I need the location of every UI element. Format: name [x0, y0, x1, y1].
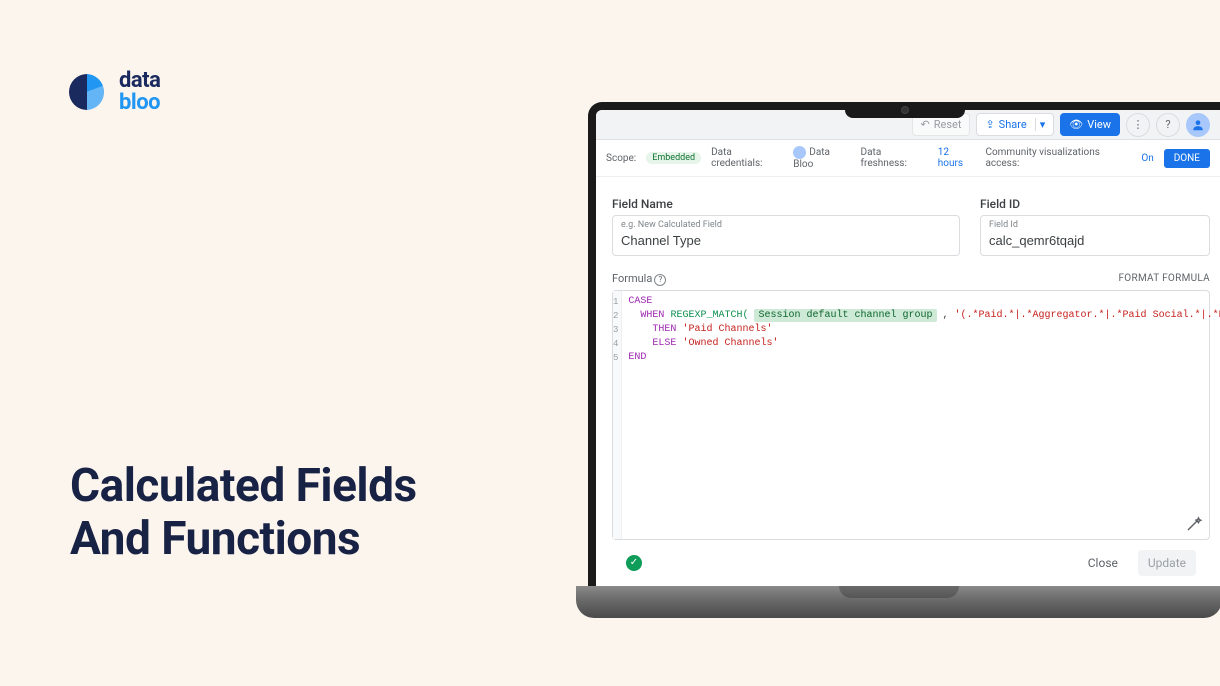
metadata-bar: Scope: Embedded Data credentials: Data B… [596, 140, 1220, 177]
field-name-input[interactable] [621, 233, 951, 248]
formula-label: Formula? [612, 272, 666, 286]
laptop-base [576, 586, 1220, 618]
brand-text-2: bloo [119, 92, 160, 114]
freshness-label: Data freshness: [861, 147, 928, 169]
share-label: Share [999, 118, 1027, 131]
field-id-label: Field ID [980, 197, 1210, 211]
formula-code[interactable]: CASE WHEN REGEXP_MATCH( Session default … [622, 291, 1220, 539]
viz-value[interactable]: On [1141, 153, 1153, 164]
avatar-icon [793, 146, 806, 159]
editor-footer: ✓ Close Update [612, 540, 1210, 586]
share-button[interactable]: ⇪ Share ▾ [976, 113, 1054, 136]
format-formula-button[interactable]: FORMAT FORMULA [1118, 273, 1210, 284]
laptop-notch [845, 102, 965, 118]
share-icon: ⇪ [985, 118, 994, 131]
brand-logo: data bloo [65, 70, 160, 114]
valid-check-icon: ✓ [626, 555, 642, 571]
freshness-value[interactable]: 12 hours [938, 147, 976, 169]
more-vert-icon: ⋮ [1133, 118, 1144, 131]
done-button[interactable]: DONE [1164, 149, 1210, 168]
field-name-placeholder: e.g. New Calculated Field [621, 220, 951, 230]
help-icon[interactable]: ? [654, 274, 666, 286]
field-id-input-wrap[interactable]: Field Id [980, 215, 1210, 256]
eye-icon: 👁 [1069, 118, 1083, 131]
field-id-placeholder: Field Id [989, 220, 1201, 230]
reset-label: Reset [934, 118, 962, 131]
field-name-label: Field Name [612, 197, 960, 211]
viz-label: Community visualizations access: [985, 147, 1131, 169]
help-button[interactable]: ? [1156, 113, 1180, 137]
field-id-input[interactable] [989, 233, 1201, 248]
update-button[interactable]: Update [1138, 550, 1196, 576]
help-icon: ? [1165, 118, 1170, 131]
view-label: View [1087, 118, 1111, 131]
chevron-down-icon[interactable]: ▾ [1035, 118, 1046, 131]
brand-mark-icon [65, 70, 109, 114]
line-gutter: 12345 [613, 291, 622, 539]
formula-editor[interactable]: 12345 CASE WHEN REGEXP_MATCH( Session de… [612, 290, 1210, 540]
wand-icon[interactable] [1185, 515, 1203, 533]
field-name-input-wrap[interactable]: e.g. New Calculated Field [612, 215, 960, 256]
scope-badge[interactable]: Embedded [646, 152, 701, 164]
user-avatar[interactable] [1186, 113, 1210, 137]
laptop-mockup: ↶ Reset ⇪ Share ▾ 👁 View ⋮ ? Scope: Embe… [576, 90, 1220, 686]
scope-label: Scope: [606, 153, 636, 164]
creds-label: Data credentials: [711, 147, 783, 169]
view-button[interactable]: 👁 View [1060, 113, 1120, 136]
more-menu-button[interactable]: ⋮ [1126, 113, 1150, 137]
brand-text-1: data [119, 70, 160, 92]
app-screen: ↶ Reset ⇪ Share ▾ 👁 View ⋮ ? Scope: Embe… [596, 110, 1220, 588]
close-button[interactable]: Close [1078, 550, 1128, 576]
undo-icon: ↶ [921, 118, 930, 131]
creds-value[interactable]: Data Bloo [793, 146, 850, 170]
page-title: Calculated Fields And Functions [70, 460, 417, 566]
